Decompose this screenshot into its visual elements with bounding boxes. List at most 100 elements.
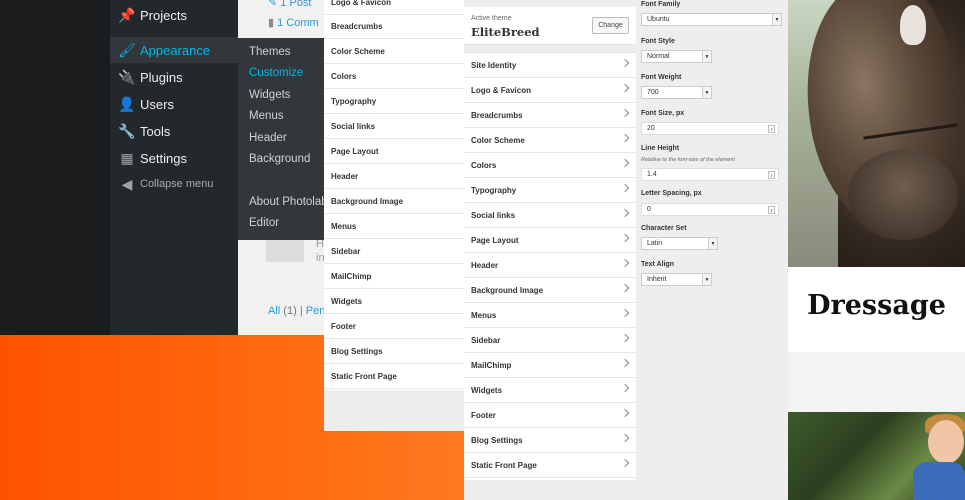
active-theme-label: Active theme [471, 15, 512, 22]
section-typography[interactable]: Typography [464, 178, 636, 203]
section-footer[interactable]: Footer [464, 403, 636, 428]
pin-icon: ✎ [268, 0, 278, 9]
filter-all[interactable]: All [268, 305, 280, 317]
collapse-menu-button[interactable]: ◀ Collapse menu [110, 171, 238, 197]
change-theme-button[interactable]: Change [592, 17, 629, 34]
section-page-layout[interactable]: Page Layout [464, 228, 636, 253]
mid-item-menus[interactable]: Menus [324, 214, 465, 239]
font-size-label: Font Size, px [641, 110, 685, 117]
mid-item-breadcrumbs[interactable]: Breadcrumbs [324, 14, 465, 39]
mid-item-social-links[interactable]: Social links [324, 114, 465, 139]
sidebar-item-plugins[interactable]: 🔌 Plugins [110, 64, 238, 90]
chevron-right-icon [620, 458, 630, 468]
font-style-select[interactable]: Normal ▼ [641, 50, 712, 63]
submenu-menus[interactable]: Menus [249, 110, 284, 122]
chevron-right-icon [620, 133, 630, 143]
child-photo [788, 412, 965, 500]
chevron-down-icon: ▼ [772, 14, 781, 25]
sidebar-item-users[interactable]: 👤 Users [110, 91, 238, 117]
comment-filter-row[interactable]: All (1) | Pen [268, 305, 325, 317]
chevron-down-icon: ▼ [708, 238, 717, 249]
section-site-identity[interactable]: Site Identity [464, 53, 636, 78]
section-logo-favicon[interactable]: Logo & Favicon [464, 78, 636, 103]
mid-item-typography[interactable]: Typography [324, 89, 465, 114]
font-weight-label: Font Weight [641, 74, 682, 81]
customizer-panel: Active theme EliteBreed Change Site Iden… [464, 0, 636, 500]
filter-pending[interactable]: Pen [306, 305, 326, 317]
section-breadcrumbs[interactable]: Breadcrumbs [464, 103, 636, 128]
chevron-right-icon [620, 358, 630, 368]
mid-item-sidebar[interactable]: Sidebar [324, 239, 465, 264]
submenu-header[interactable]: Header [249, 132, 287, 144]
section-social-links[interactable]: Social links [464, 203, 636, 228]
mid-item-mailchimp[interactable]: MailChimp [324, 264, 465, 289]
chevron-down-icon: ▼ [702, 51, 711, 62]
submenu-background[interactable]: Background [249, 153, 310, 165]
font-family-label: Font Family [641, 1, 681, 8]
section-blog-settings[interactable]: Blog Settings [464, 428, 636, 453]
mid-item-logo-favicon[interactable]: Logo & Favicon [324, 0, 465, 15]
submenu-customize[interactable]: Customize [249, 67, 303, 79]
stepper-icon[interactable]: ⇕ [768, 206, 775, 214]
section-header[interactable]: Header [464, 253, 636, 278]
mid-item-colors[interactable]: Colors [324, 64, 465, 89]
settings-icon: ▦ [120, 149, 134, 166]
wp-admin-sidebar: 📌 Projects 🖌 Appearance 🔌 Plugins 👤 User… [110, 0, 238, 335]
section-color-scheme[interactable]: Color Scheme [464, 128, 636, 153]
section-sidebar[interactable]: Sidebar [464, 328, 636, 353]
mid-item-header[interactable]: Header [324, 164, 465, 189]
submenu-editor[interactable]: Editor [249, 217, 279, 229]
chevron-right-icon [620, 158, 630, 168]
section-static-front-page[interactable]: Static Front Page [464, 453, 636, 478]
comment-icon: ▮ [268, 17, 275, 29]
mid-item-color-scheme[interactable]: Color Scheme [324, 39, 465, 64]
sidebar-item-appearance[interactable]: 🖌 Appearance [110, 37, 238, 63]
preview-divider-band [788, 352, 965, 412]
chevron-right-icon [620, 83, 630, 93]
active-theme-header: Active theme EliteBreed Change [464, 7, 636, 45]
customizer-menu-panel-back: Logo & Favicon Breadcrumbs Color Scheme … [324, 0, 465, 431]
letter-spacing-label: Letter Spacing, px [641, 190, 702, 197]
mid-item-footer[interactable]: Footer [324, 314, 465, 339]
section-mailchimp[interactable]: MailChimp [464, 353, 636, 378]
line-height-input[interactable]: 1.4 ⇕ [641, 168, 779, 181]
font-weight-select[interactable]: 700 ▼ [641, 86, 712, 99]
section-menus[interactable]: Menus [464, 303, 636, 328]
wrench-icon: 🔧 [118, 122, 136, 139]
sidebar-item-tools[interactable]: 🔧 Tools [110, 118, 238, 144]
appearance-submenu: Themes Customize Widgets Menus Header Ba… [238, 38, 330, 240]
submenu-themes[interactable]: Themes [249, 46, 291, 58]
mid-item-widgets[interactable]: Widgets [324, 289, 465, 314]
site-preview: Dressage [788, 0, 965, 500]
chevron-right-icon [620, 183, 630, 193]
stepper-icon[interactable]: ⇕ [768, 125, 775, 133]
section-widgets[interactable]: Widgets [464, 378, 636, 403]
sidebar-item-settings[interactable]: ▦ Settings [110, 145, 238, 171]
stepper-icon[interactable]: ⇕ [768, 171, 775, 179]
letter-spacing-input[interactable]: 0 ⇕ [641, 203, 779, 216]
comments-count-link[interactable]: ▮ 1 Comm [268, 16, 319, 29]
mid-item-blog-settings[interactable]: Blog Settings [324, 339, 465, 364]
mid-item-background-image[interactable]: Background Image [324, 189, 465, 214]
submenu-widgets[interactable]: Widgets [249, 89, 291, 101]
customizer-menu-list-back: Logo & Favicon Breadcrumbs Color Scheme … [324, 0, 465, 390]
font-size-input[interactable]: 20 ⇕ [641, 122, 779, 135]
mid-item-static-front-page[interactable]: Static Front Page [324, 364, 465, 389]
chevron-right-icon [620, 308, 630, 318]
font-style-label: Font Style [641, 38, 675, 45]
theme-name: EliteBreed [471, 25, 540, 39]
submenu-about-photolab[interactable]: About Photolab [249, 196, 328, 208]
posts-count-link[interactable]: ✎ 1 Post [268, 0, 311, 9]
filter-count: (1) [283, 305, 297, 317]
pin-icon: 📌 [118, 6, 136, 23]
sidebar-item-projects[interactable]: 📌 Projects [110, 2, 238, 28]
chevron-right-icon [620, 408, 630, 418]
text-align-select[interactable]: Inherit ▼ [641, 273, 712, 286]
section-background-image[interactable]: Background Image [464, 278, 636, 303]
section-colors[interactable]: Colors [464, 153, 636, 178]
chevron-right-icon [620, 58, 630, 68]
font-family-select[interactable]: Ubuntu ▼ [641, 13, 782, 26]
chevron-right-icon [620, 383, 630, 393]
character-set-select[interactable]: Latin ▼ [641, 237, 718, 250]
mid-item-page-layout[interactable]: Page Layout [324, 139, 465, 164]
